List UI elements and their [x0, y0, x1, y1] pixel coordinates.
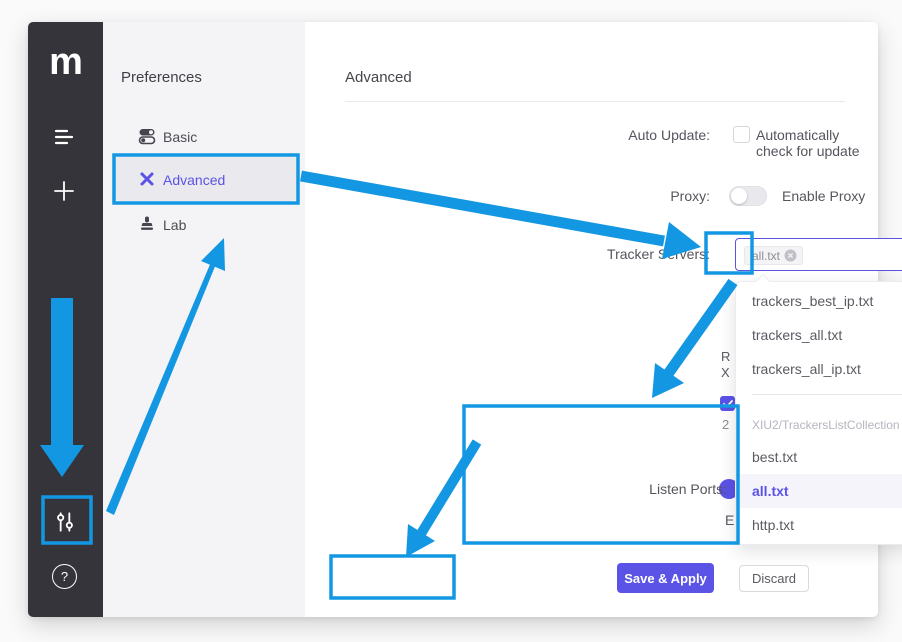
save-apply-button[interactable]: Save & Apply	[617, 563, 714, 593]
sidebar-item-basic[interactable]: Basic	[163, 129, 197, 145]
app-sidebar: m ?	[28, 22, 103, 617]
obscured-checked-checkbox	[720, 396, 735, 411]
advanced-tools-icon	[138, 170, 156, 193]
tracker-servers-select[interactable]: all.txt	[735, 238, 902, 271]
obscured-text-fragment: X	[721, 365, 730, 380]
proxy-toggle[interactable]	[729, 186, 767, 206]
obscured-text-fragment: E	[725, 513, 734, 528]
dropdown-option[interactable]: trackers_all.txt	[736, 318, 902, 352]
task-list-icon[interactable]	[52, 125, 76, 154]
preferences-title: Preferences	[121, 69, 202, 86]
dropdown-selected-label: all.txt	[752, 483, 789, 499]
help-icon[interactable]: ?	[52, 564, 77, 589]
app-window: m ? Preferences	[28, 22, 878, 617]
dropdown-option[interactable]: trackers_all_ip.txt	[736, 352, 902, 386]
dropdown-group-label: XIU2/TrackersListCollection	[752, 418, 900, 432]
page-title: Advanced	[345, 69, 412, 86]
discard-button[interactable]: Discard	[739, 565, 809, 592]
obscured-text-fragment: 2	[722, 417, 729, 432]
help-glyph: ?	[61, 569, 68, 584]
proxy-label: Proxy:	[550, 188, 710, 204]
tracker-dropdown: trackers_best_ip.txt trackers_all.txt tr…	[735, 281, 902, 545]
dropdown-option[interactable]: http.txt	[736, 508, 902, 542]
tag-remove-icon[interactable]	[784, 249, 797, 262]
lab-stamp-icon	[138, 215, 156, 238]
toggle-knob	[731, 188, 747, 204]
auto-update-checkbox[interactable]	[733, 126, 750, 143]
listen-ports-label: Listen Ports:	[567, 481, 727, 497]
title-divider	[345, 101, 845, 102]
app-logo: m	[28, 40, 103, 84]
sidebar-item-lab[interactable]: Lab	[163, 217, 186, 233]
preferences-panel: Preferences Basic Advanced	[103, 22, 305, 617]
obscured-text-fragment: R	[721, 349, 730, 364]
sidebar-item-advanced[interactable]: Advanced	[115, 156, 297, 201]
proxy-option-label: Enable Proxy	[782, 188, 865, 204]
add-task-icon[interactable]	[51, 178, 77, 209]
dropdown-option[interactable]: trackers_best_ip.txt	[736, 284, 902, 318]
auto-update-label: Auto Update:	[550, 127, 710, 143]
dropdown-option[interactable]: best.txt	[736, 440, 902, 474]
auto-update-option-label[interactable]: Automatically check for update	[756, 127, 878, 159]
selected-tracker-tag[interactable]: all.txt	[744, 246, 803, 265]
preferences-sliders-icon[interactable]	[52, 509, 78, 540]
main-pane: Advanced Auto Update: Automatically chec…	[305, 22, 878, 617]
dropdown-divider	[752, 394, 902, 395]
sidebar-item-advanced-label: Advanced	[163, 172, 225, 188]
dropdown-option-selected[interactable]: all.txt	[736, 474, 902, 508]
basic-toggles-icon	[138, 127, 156, 150]
tracker-servers-label: Tracker Servers:	[550, 246, 710, 262]
selected-tracker-tag-label: all.txt	[752, 249, 780, 263]
